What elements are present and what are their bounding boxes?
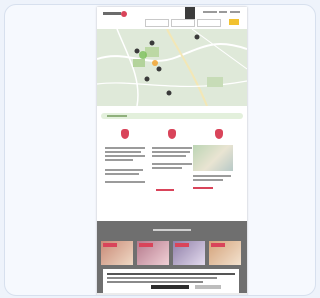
thumbnail-4[interactable] (209, 241, 241, 265)
nav-link-3[interactable] (230, 11, 240, 13)
nav-link-1[interactable] (203, 11, 217, 13)
thumbnail-2[interactable] (137, 241, 169, 265)
site-header (97, 7, 247, 29)
location-pin-icon (168, 129, 176, 139)
map-pin-icon (166, 90, 172, 96)
map-pin-icon (194, 34, 200, 40)
search-what-field[interactable] (145, 19, 169, 27)
search-go-button[interactable] (229, 19, 239, 25)
brand-logo-icon[interactable] (103, 11, 129, 17)
nav-link-2[interactable] (219, 11, 227, 13)
map-pin-icon (134, 48, 140, 54)
bottom-bar (97, 293, 247, 295)
location-pin-icon (215, 129, 223, 139)
search-icon[interactable] (185, 7, 195, 19)
thumbnail-3[interactable] (173, 241, 205, 265)
thumbnail-1[interactable] (101, 241, 133, 265)
info-banner (101, 113, 243, 119)
cookie-accept-button[interactable] (151, 285, 189, 289)
preview-card (4, 4, 316, 296)
search-category-field[interactable] (197, 19, 221, 27)
map-canvas (97, 29, 247, 106)
search-where-field[interactable] (171, 19, 195, 27)
cookie-settings-button[interactable] (195, 285, 221, 289)
feature-photo (193, 145, 233, 171)
map-pin-icon (144, 76, 150, 82)
map-pin-icon (156, 66, 162, 72)
location-pin-icon (121, 129, 129, 139)
page-screenshot (97, 7, 247, 295)
cookie-banner (103, 269, 239, 293)
feature-column-2 (150, 125, 194, 215)
map-view[interactable] (97, 29, 247, 106)
footer (97, 221, 247, 295)
feature-column-1 (103, 125, 147, 215)
map-pin-icon (149, 40, 155, 46)
